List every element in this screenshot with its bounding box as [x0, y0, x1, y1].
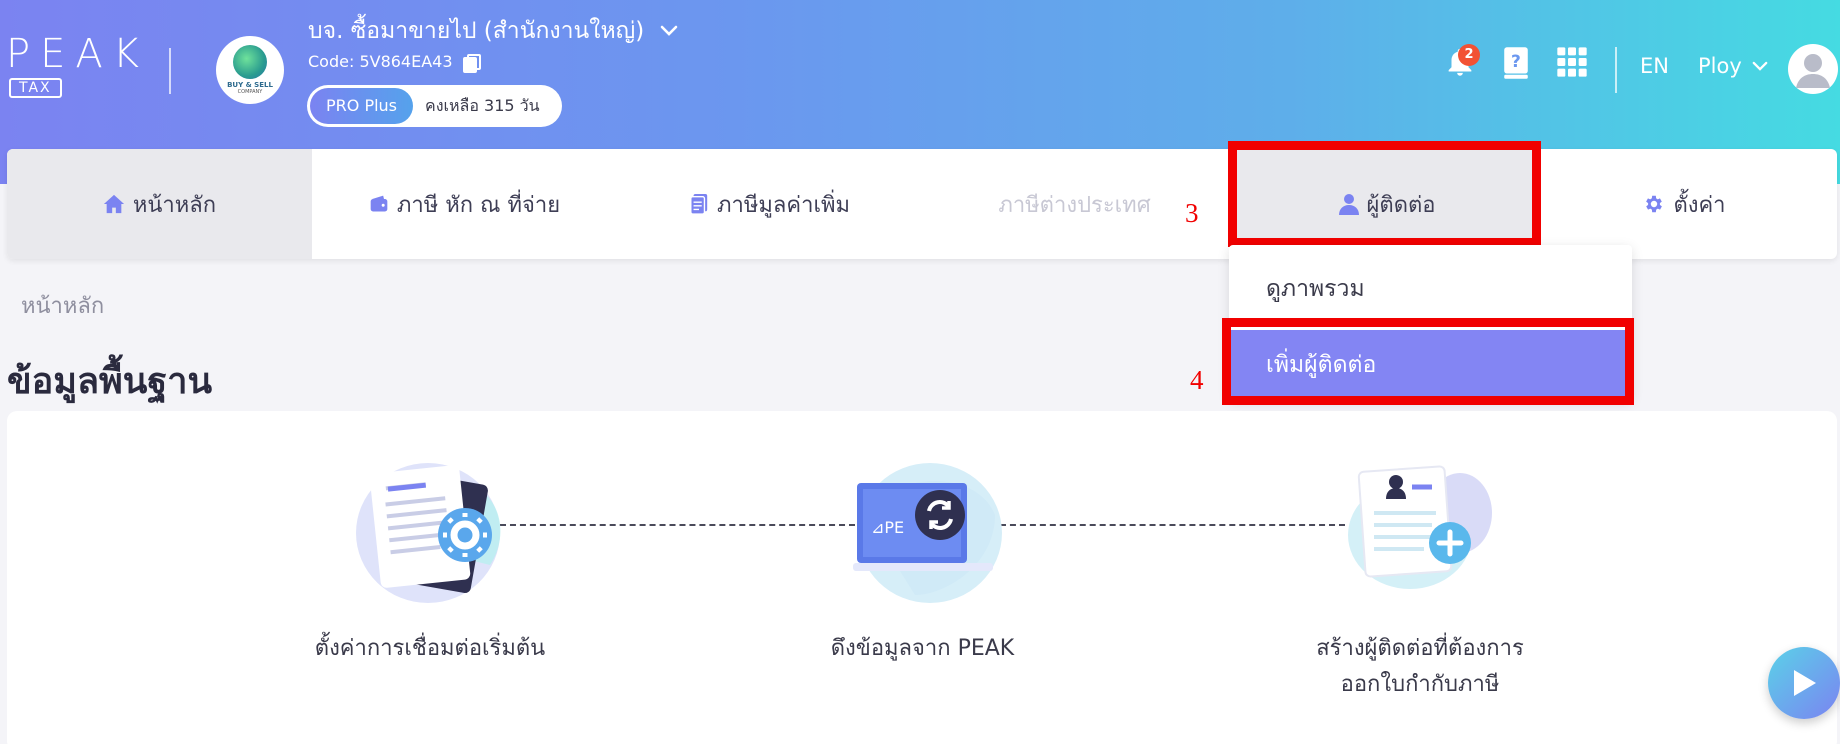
- menu-item-overview-label: ดูภาพรวม: [1266, 276, 1365, 302]
- gear-icon: [1646, 195, 1663, 213]
- home-icon: [103, 194, 124, 214]
- chevron-down-icon: [1752, 61, 1768, 71]
- company-selector[interactable]: บจ. ซื้อมาขายไป (สำนักงานใหญ่): [308, 14, 678, 48]
- company-name: บจ. ซื้อมาขายไป (สำนักงานใหญ่): [308, 18, 645, 44]
- add-contact-document-icon: [1340, 455, 1500, 605]
- step-number-4: 4: [1190, 365, 1204, 395]
- menu-item-overview[interactable]: ดูภาพรวม: [1229, 254, 1632, 324]
- step-3-label-line2: ออกใบกำกับภาษี: [1340, 672, 1500, 697]
- plan-badge: PRO Plus: [310, 88, 414, 124]
- company-code-row: Code: 5V864EA43: [308, 52, 481, 73]
- play-video-button[interactable]: [1768, 647, 1840, 719]
- breadcrumb[interactable]: หน้าหลัก: [21, 288, 104, 323]
- svg-text:⊿PE: ⊿PE: [871, 518, 904, 537]
- step-3-label-line1: สร้างผู้ติดต่อที่ต้องการ: [1316, 636, 1524, 661]
- step-1-label: ตั้งค่าการเชื่อมต่อเริ่มต้น: [314, 636, 546, 661]
- step-connector-2: [990, 524, 1345, 526]
- document-icon: [690, 194, 708, 215]
- company-globe-icon: [233, 45, 267, 79]
- notification-badge: 2: [1458, 44, 1480, 66]
- nav-settings[interactable]: ตั้งค่า: [1532, 149, 1837, 259]
- plan-pill[interactable]: PRO Plus คงเหลือ 315 วัน: [307, 85, 562, 127]
- wallet-icon: [370, 195, 388, 212]
- days-left: คงเหลือ 315 วัน: [425, 95, 540, 115]
- step-2-label: ดึงข้อมูลจาก PEAK: [830, 636, 1015, 661]
- step-3-label: สร้างผู้ติดต่อที่ต้องการ ออกใบกำกับภาษี: [1275, 631, 1565, 703]
- user-name: Ploy: [1698, 54, 1742, 78]
- nav-home-label: หน้าหลัก: [132, 192, 217, 218]
- header-divider: [169, 48, 171, 94]
- company-logo-subtext: COMPANY: [237, 89, 263, 95]
- highlight-box-step3: [1228, 141, 1541, 247]
- logo-word: PEAK: [6, 31, 149, 77]
- settings-document-icon: [350, 455, 510, 605]
- chevron-down-icon: [660, 25, 678, 36]
- header-divider-right: [1615, 47, 1617, 93]
- page-title: ข้อมูลพื้นฐาน: [7, 361, 213, 402]
- play-icon: [1794, 670, 1816, 696]
- nav-vat-label: ภาษีมูลค่าเพิ่ม: [717, 192, 850, 218]
- highlight-box-step4: [1222, 318, 1634, 405]
- company-avatar[interactable]: BUY & SELL COMPANY: [216, 36, 284, 104]
- copy-icon[interactable]: [462, 53, 481, 73]
- company-code: Code: 5V864EA43: [308, 52, 453, 71]
- user-menu[interactable]: Ploy: [1698, 54, 1768, 78]
- step-number-3: 3: [1185, 198, 1199, 228]
- nav-withholding-tax-label: ภาษี หัก ณ ที่จ่าย: [396, 192, 561, 218]
- apps-grid-icon[interactable]: [1556, 46, 1590, 80]
- step-connector-1: [500, 524, 855, 526]
- nav-home[interactable]: หน้าหลัก: [7, 149, 312, 259]
- main-navbar: หน้าหลัก ภาษี หัก ณ ที่จ่าย ภาษีมูลค่าเพ…: [7, 149, 1837, 259]
- language-switch[interactable]: EN: [1640, 54, 1669, 78]
- svg-text:?: ?: [1511, 52, 1521, 72]
- logo-tax-tag: TAX: [9, 78, 62, 98]
- nav-foreign-tax[interactable]: ภาษีต่างประเทศ: [922, 149, 1227, 259]
- sync-laptop-icon: ⊿PE: [845, 455, 1005, 605]
- help-book-icon[interactable]: ?: [1500, 46, 1534, 80]
- nav-foreign-tax-label: ภาษีต่างประเทศ: [998, 192, 1151, 218]
- user-avatar-icon[interactable]: [1788, 44, 1838, 94]
- nav-withholding-tax[interactable]: ภาษี หัก ณ ที่จ่าย: [312, 149, 617, 259]
- company-logo-text: BUY & SELL: [227, 81, 273, 89]
- nav-vat[interactable]: ภาษีมูลค่าเพิ่ม: [617, 149, 922, 259]
- nav-settings-label: ตั้งค่า: [1673, 192, 1726, 218]
- peak-tax-logo[interactable]: PEAK TAX: [6, 34, 156, 98]
